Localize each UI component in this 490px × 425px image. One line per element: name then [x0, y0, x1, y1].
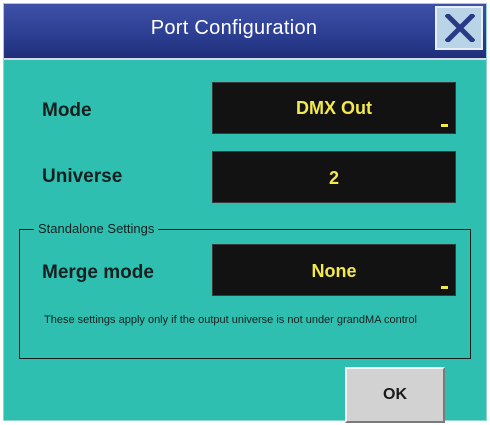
dropdown-arrow-icon — [441, 124, 448, 127]
close-icon — [445, 14, 475, 42]
merge-mode-label: Merge mode — [42, 262, 154, 283]
universe-label: Universe — [42, 166, 123, 187]
group-title: Standalone Settings — [34, 221, 159, 236]
merge-mode-select[interactable]: None — [212, 244, 456, 296]
dialog-title: Port Configuration — [150, 17, 318, 39]
ok-button[interactable]: OK — [345, 367, 445, 423]
merge-mode-value: None — [311, 261, 357, 281]
dropdown-arrow-icon — [441, 286, 448, 289]
close-button[interactable] — [435, 6, 483, 50]
mode-label: Mode — [42, 100, 92, 121]
port-configuration-dialog: Port Configuration Mode DMX Out Universe… — [3, 3, 487, 423]
mode-value: DMX Out — [296, 98, 372, 118]
settings-note: These settings apply only if the output … — [44, 314, 417, 326]
title-bar: Port Configuration — [4, 4, 486, 60]
universe-field[interactable]: 2 — [212, 151, 456, 203]
universe-value: 2 — [328, 168, 339, 188]
mode-select[interactable]: DMX Out — [212, 82, 456, 134]
